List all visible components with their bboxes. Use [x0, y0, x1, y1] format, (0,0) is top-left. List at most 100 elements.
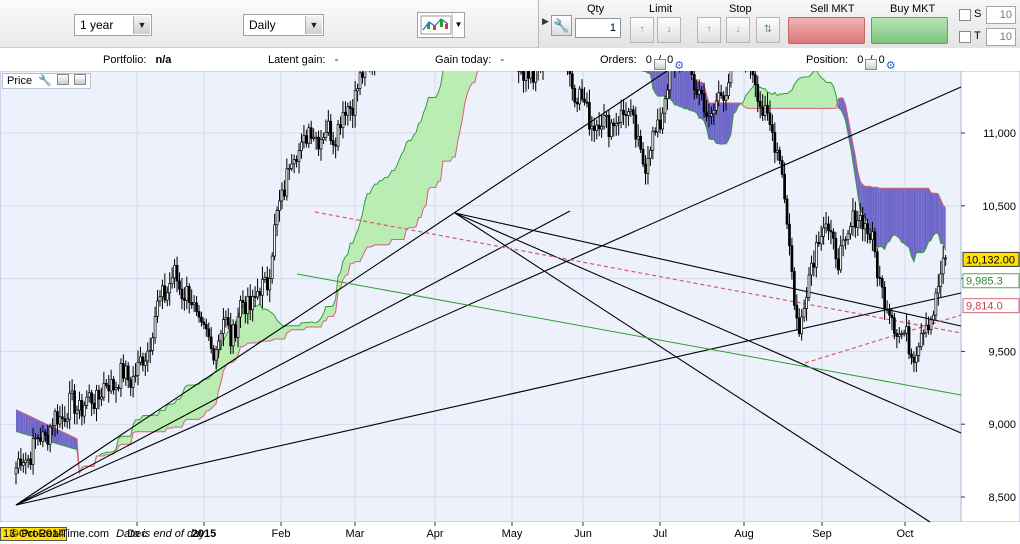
position-list-icon[interactable]	[865, 59, 878, 70]
period-select[interactable]: 1 year ▼	[74, 14, 152, 36]
chevron-down-icon[interactable]: ▼	[452, 13, 464, 37]
cloud-bear-segment	[687, 71, 690, 111]
price-panel-tab[interactable]: Price 🔧	[2, 73, 91, 89]
cloud-bear-segment	[72, 436, 75, 449]
wrench-icon[interactable]: 🔧	[551, 15, 572, 36]
buy-mkt-button[interactable]	[871, 17, 948, 44]
candle-body	[246, 295, 250, 314]
candle-body	[814, 242, 818, 268]
price-chart-panel[interactable]: 8,5009,0009,50010,00010,50011,00011,5001…	[0, 71, 1020, 544]
interval-select[interactable]: Daily ▼	[243, 14, 324, 36]
target-checkbox[interactable]	[959, 31, 971, 43]
y-tick-label: 8,500	[988, 492, 1016, 504]
candle-body	[578, 88, 581, 105]
footer-source: © ProRealTime.com	[10, 528, 109, 540]
candle-body	[612, 122, 616, 127]
candle-body	[934, 292, 938, 316]
candle-body	[534, 71, 538, 83]
candle-body	[273, 224, 276, 257]
cloud-bull-segment	[272, 313, 275, 341]
candle-body	[936, 286, 940, 294]
cloud-bull-segment	[379, 180, 382, 245]
candle-body	[263, 277, 267, 280]
x-tick-label: Jun	[574, 528, 592, 540]
collapse-arrow-icon[interactable]: ▶	[542, 16, 549, 27]
candle-body	[361, 72, 364, 78]
chevron-down-icon[interactable]: ▼	[133, 16, 150, 34]
candle-body	[890, 314, 894, 319]
candle-body	[827, 223, 830, 231]
candle-body	[170, 277, 174, 284]
candle-body	[893, 317, 896, 334]
footer-note: Data is end of day	[116, 528, 205, 540]
candle-body	[902, 332, 906, 335]
y-tick-label: 10,500	[982, 201, 1016, 213]
stop-loss-input[interactable]: 10	[986, 6, 1016, 24]
cloud-bull-segment	[291, 325, 295, 330]
candle-body	[929, 319, 933, 331]
cloud-bear-segment	[23, 413, 26, 435]
candle-body	[724, 95, 728, 101]
cloud-bull-segment	[408, 140, 412, 228]
candle-body	[751, 71, 755, 76]
chart-type-button[interactable]: ▼	[417, 12, 465, 38]
candle-body	[31, 438, 35, 466]
orders-count-a: 0	[645, 54, 652, 66]
candle-body	[824, 223, 828, 229]
cloud-bear-segment	[909, 188, 912, 257]
stop-buy-button[interactable]: ↑	[697, 17, 721, 43]
stop-loss-checkbox[interactable]	[959, 9, 971, 21]
portfolio-info: Portfolio: n/a	[103, 54, 171, 66]
candle-body	[927, 324, 930, 331]
target-input[interactable]: 10	[986, 28, 1016, 46]
cloud-bear-segment	[921, 188, 924, 253]
candle-body	[129, 379, 133, 388]
candle-body	[634, 114, 638, 140]
panel-config-icon[interactable]	[56, 74, 69, 85]
candle-body	[807, 274, 811, 298]
stop-sell-button[interactable]: ↓	[726, 17, 750, 43]
candle-body	[653, 130, 657, 133]
candle-body	[895, 333, 899, 337]
candle-body	[251, 296, 255, 311]
chevron-down-icon[interactable]: ▼	[305, 16, 322, 34]
limit-sell-button[interactable]: ↓	[657, 17, 681, 43]
candle-body	[29, 458, 32, 466]
plot-area[interactable]	[0, 71, 962, 523]
candle-body	[619, 109, 623, 123]
panel-close-icon[interactable]	[73, 74, 86, 85]
candle-body	[53, 411, 57, 427]
position-label: Position:	[806, 54, 849, 66]
qty-input[interactable]: 1	[575, 18, 621, 38]
candle-body	[224, 317, 228, 320]
candle-body	[319, 139, 323, 150]
candle-body	[714, 100, 718, 111]
cloud-bull-segment	[369, 187, 373, 248]
cloud-bull-segment	[135, 419, 138, 432]
wrench-icon[interactable]: 🔧	[38, 75, 52, 87]
candle-body	[568, 71, 572, 75]
candle-body	[297, 150, 301, 162]
candle-body	[56, 411, 59, 425]
candle-body	[204, 324, 208, 330]
cloud-bull-segment	[750, 86, 753, 109]
cloud-bear-segment	[911, 188, 914, 262]
candle-body	[151, 337, 154, 351]
candle-body	[605, 114, 608, 117]
candle-body	[570, 73, 574, 89]
candle-body	[610, 122, 613, 138]
candle-body	[331, 140, 335, 146]
candle-body	[849, 226, 852, 235]
candle-body	[875, 251, 879, 278]
orders-list-icon[interactable]	[653, 59, 666, 70]
candle-body	[907, 326, 911, 355]
sell-mkt-button[interactable]	[788, 17, 865, 44]
candle-body	[114, 387, 118, 391]
candle-body	[278, 200, 281, 211]
limit-buy-button[interactable]: ↑	[630, 17, 654, 43]
stop-trailing-button[interactable]: ⇅	[756, 17, 780, 43]
price-chart[interactable]: 8,5009,0009,50010,00010,50011,00011,5001…	[0, 71, 1020, 544]
candle-body	[124, 365, 128, 379]
candle-body	[202, 321, 206, 325]
cloud-bull-segment	[225, 331, 229, 367]
